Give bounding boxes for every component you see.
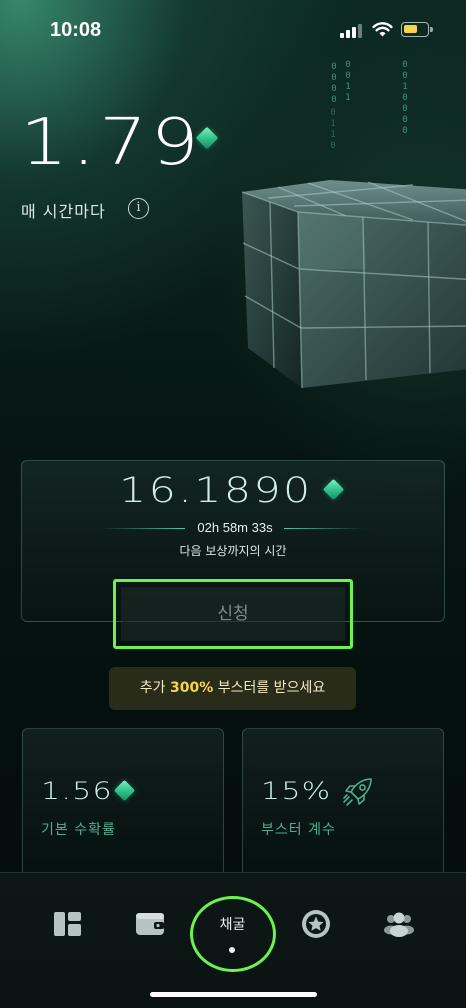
hourly-rate-value: 1.79: [20, 106, 203, 180]
booster-banner-highlight: 300%: [170, 680, 214, 696]
booster-banner[interactable]: 추가 300% 부스터를 받으세요: [109, 667, 356, 710]
booster-value: 15%: [261, 777, 332, 805]
rocket-icon: [343, 778, 372, 806]
mining-cube-illustration: [241, 180, 466, 389]
hourly-rate-label: 매 시간마다: [21, 202, 106, 221]
info-icon[interactable]: i: [128, 198, 149, 219]
wifi-icon: [372, 22, 393, 37]
active-indicator: [229, 947, 235, 953]
mining-screen: 10:08 0000 0011 0110 0010000 1.79 매 시간마다…: [0, 0, 466, 1008]
booster-banner-suffix: 부스터를 받으세요: [213, 680, 326, 696]
base-rate-value: 1.56: [41, 777, 113, 805]
reward-amount: 16.1890: [119, 471, 313, 511]
claim-button[interactable]: 신청: [121, 587, 345, 641]
divider: [100, 528, 185, 529]
binary-column: 0000: [331, 62, 337, 105]
status-time: 10:08: [50, 19, 102, 41]
divider: [284, 528, 364, 529]
binary-column: 0011: [345, 60, 351, 103]
star-badge-icon[interactable]: [299, 907, 333, 941]
users-icon[interactable]: [382, 907, 416, 941]
bottom-nav: 채굴: [0, 872, 466, 1008]
home-indicator: [150, 992, 317, 997]
binary-column: 0110: [330, 108, 336, 151]
countdown-label: 다음 보상까지의 시간: [179, 544, 287, 558]
booster-card: 15% 부스터 계수: [242, 728, 444, 878]
cellular-signal-icon: [340, 23, 362, 38]
base-rate-label: 기본 수확률: [41, 822, 116, 838]
nav-item-mining-label: 채굴: [219, 917, 246, 933]
booster-banner-prefix: 추가: [139, 680, 170, 696]
status-bar: 10:08: [0, 0, 466, 60]
nav-item-mining[interactable]: 채굴: [190, 896, 276, 972]
binary-column: 0010000: [402, 60, 408, 136]
battery-icon: [401, 22, 433, 37]
gem-icon: [113, 779, 136, 802]
countdown-timer: 02h 58m 33s: [197, 520, 273, 535]
base-rate-card: 1.56 기본 수확률: [22, 728, 224, 878]
dashboard-icon[interactable]: [51, 907, 85, 941]
booster-label: 부스터 계수: [261, 822, 336, 838]
wallet-icon[interactable]: [133, 907, 167, 941]
